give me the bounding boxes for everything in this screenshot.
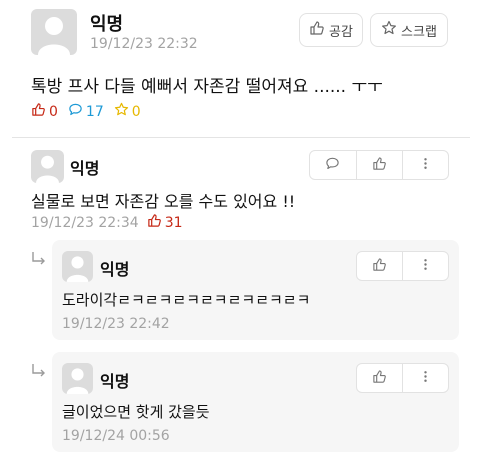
scrap-button[interactable]: 스크랩 [370,13,448,47]
scrap-button-label: 스크랩 [401,24,437,40]
reply-like-button[interactable] [357,364,402,392]
divider [12,137,470,138]
scrap-count: 0 [114,102,141,121]
reply-date: 19/12/23 22:42 [62,316,170,332]
like-count-value: 0 [49,103,58,120]
like-button-label: 공감 [329,24,353,40]
comment-like-button[interactable] [355,151,402,179]
vertical-ellipsis-icon [418,156,433,175]
reply-button[interactable] [310,151,356,179]
avatar [62,251,93,282]
reply-author: 익명 [100,260,130,279]
reply-body: 도라이각ㄹㅋㄹㅋㄹㅋㄹㅋㄹㅋㄹㅋㄹㅋ [62,291,311,309]
thumbs-up-icon [372,369,387,388]
like-button[interactable]: 공감 [299,13,363,47]
post-date: 19/12/23 22:32 [90,36,198,52]
reply-actions [356,363,449,393]
thumbs-up-icon [372,156,387,175]
comment-meta: 19/12/23 22:34 31 [31,213,183,232]
comment-vote-count: 31 [147,213,183,232]
thumbs-up-icon [147,213,162,232]
comment-count: 17 [68,102,104,121]
star-icon [114,102,129,121]
post-author: 익명 [90,14,124,35]
reply-arrow-icon [30,250,48,268]
reply-actions [356,251,449,281]
speech-bubble-icon [68,102,83,121]
comment-date: 19/12/23 22:34 [31,214,139,231]
thumbs-up-icon [31,102,46,121]
reply-like-button[interactable] [357,252,402,280]
comment-body: 실물로 보면 자존감 오를 수도 있어요 !! [31,192,296,211]
avatar [62,363,93,394]
reply-arrow-icon [30,362,48,380]
like-count: 0 [31,102,58,121]
avatar [31,9,77,55]
post-stats: 0 17 0 [31,102,151,121]
scrap-count-value: 0 [131,103,141,120]
vertical-ellipsis-icon [418,369,433,388]
star-icon [381,20,397,40]
comment-actions [309,150,449,180]
reply-item: 익명 도라이각ㄹㅋㄹㅋㄹㅋㄹㅋㄹㅋㄹㅋㄹㅋ 19/12/23 22:42 [52,240,459,340]
thumbs-up-icon [372,257,387,276]
reply-date: 19/12/24 00:56 [62,428,170,444]
avatar [31,150,64,183]
more-button[interactable] [401,151,448,179]
vertical-ellipsis-icon [418,257,433,276]
reply-body: 글이었으면 핫게 갔을듯 [62,403,210,421]
comment-vote-value: 31 [164,214,183,231]
speech-bubble-icon [325,156,340,175]
more-button[interactable] [402,364,448,392]
comment-count-value: 17 [85,103,104,120]
more-button[interactable] [402,252,448,280]
thumbs-up-icon [309,20,325,40]
reply-item: 익명 글이었으면 핫게 갔을듯 19/12/24 00:56 [52,352,459,452]
reply-author: 익명 [100,372,130,391]
comment-author: 익명 [70,159,100,178]
post-body: 톡방 프사 다들 예뻐서 자존감 떨어져요 ...... ㅜㅜ [31,77,383,97]
